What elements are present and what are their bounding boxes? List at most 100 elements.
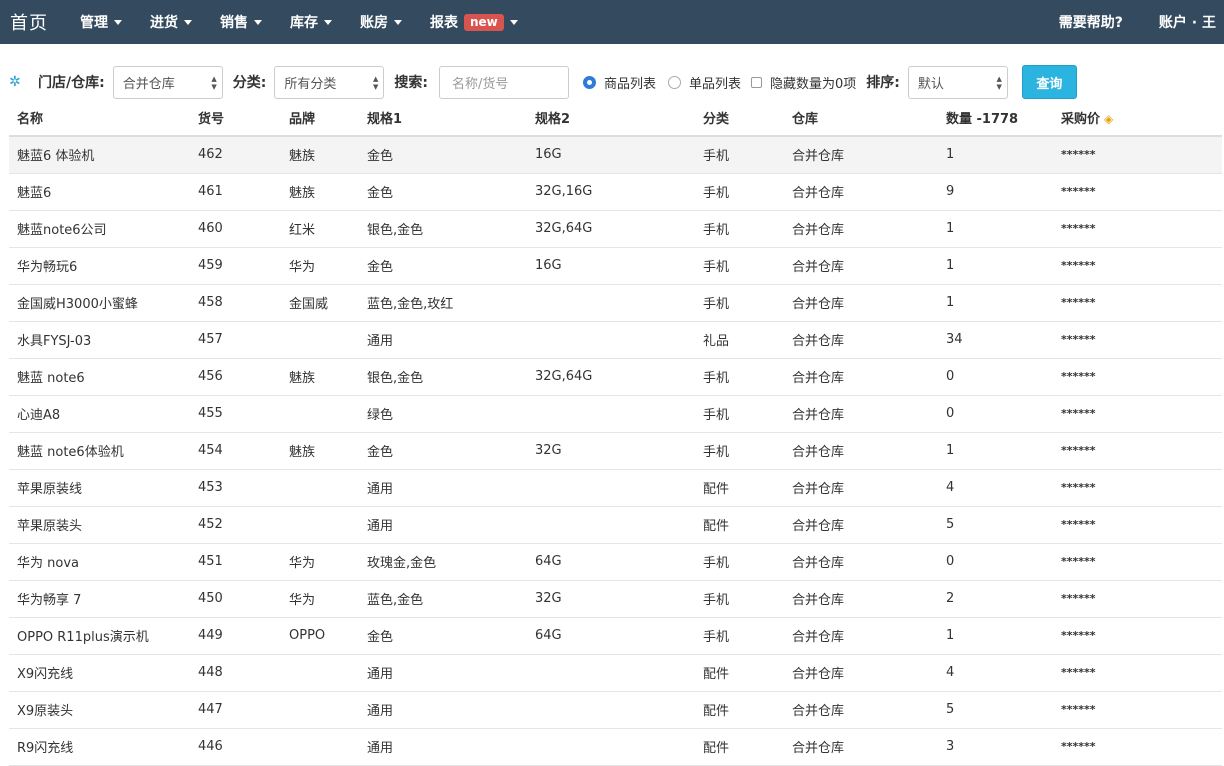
cell-quantity: 3 (938, 728, 1053, 766)
col-header-category[interactable]: 分类 (695, 99, 784, 137)
nav-menu-label: 管理 (80, 15, 108, 31)
col-header-purchase-price[interactable]: 采购价 ◈ (1053, 99, 1222, 137)
cell-category: 手机 (695, 284, 784, 322)
table-row[interactable]: 心迪A8 455 绿色 手机 合并仓库 0 ****** (9, 395, 1222, 433)
radio-product-list[interactable]: 商品列表 (582, 73, 656, 92)
sort-label: 排序: (866, 75, 900, 91)
table-row[interactable]: 魅蓝6 461 魅族 金色 32G,16G 手机 合并仓库 9 ****** (9, 173, 1222, 211)
cell-purchase-price: ****** (1053, 617, 1222, 655)
cell-warehouse: 合并仓库 (784, 321, 938, 359)
cell-name: 华为 nova (9, 543, 190, 581)
cell-sku: 462 (190, 136, 281, 174)
query-button[interactable]: 查询 (1021, 65, 1077, 99)
nav-menu-purchase[interactable]: 进货 (136, 0, 206, 44)
checkbox-icon[interactable] (750, 76, 762, 88)
cell-name: 心迪A8 (9, 395, 190, 433)
col-header-name[interactable]: 名称 (9, 99, 190, 137)
cell-spec1: 通用 (359, 506, 527, 544)
cell-sku: 454 (190, 432, 281, 470)
table-row[interactable]: 华为 nova 451 华为 玫瑰金,金色 64G 手机 合并仓库 0 ****** (9, 543, 1222, 581)
cell-brand: OPPO (281, 617, 359, 655)
col-header-quantity[interactable]: 数量 -1778 (938, 99, 1053, 137)
cell-purchase-price: ****** (1053, 543, 1222, 581)
cell-quantity: 1 (938, 210, 1053, 248)
cell-warehouse: 合并仓库 (784, 136, 938, 174)
nav-menu-label: 进货 (150, 15, 178, 31)
purchase-price-label: 采购价 (1061, 111, 1101, 127)
cell-name: X9原装头 (9, 691, 190, 729)
cell-quantity: 1 (938, 136, 1053, 174)
cell-sku: 452 (190, 506, 281, 544)
nav-brand-home[interactable]: 首页 (10, 9, 48, 35)
category-label: 分类: (232, 75, 267, 91)
nav-menu-label: 库存 (290, 15, 318, 31)
col-header-warehouse[interactable]: 仓库 (784, 99, 938, 137)
col-header-spec1[interactable]: 规格1 (359, 99, 527, 137)
cell-spec2: 64G (527, 543, 695, 581)
account-menu[interactable]: 账户 · 王 (1141, 0, 1224, 44)
cell-category: 配件 (695, 691, 784, 729)
radio-checked-icon[interactable] (582, 75, 596, 89)
select-arrows-icon: ▲ ▼ (211, 74, 217, 91)
eye-toggle-icon[interactable]: ◈ (1104, 112, 1113, 126)
cell-category: 手机 (695, 432, 784, 470)
table-row[interactable]: 金国威H3000小蜜蜂 458 金国威 蓝色,金色,玫红 手机 合并仓库 1 ****** (9, 284, 1222, 322)
nav-menu-reports[interactable]: 报表 new (416, 0, 532, 44)
cell-spec2 (527, 728, 695, 766)
cell-spec1: 通用 (359, 691, 527, 729)
table-row[interactable]: R9闪充线 446 通用 配件 合并仓库 3 ****** (9, 728, 1222, 766)
table-row[interactable]: X9原装头 447 通用 配件 合并仓库 5 ****** (9, 691, 1222, 729)
store-select[interactable]: 合并仓库 ▲ ▼ (112, 65, 223, 99)
cell-purchase-price: ****** (1053, 432, 1222, 470)
cell-warehouse: 合并仓库 (784, 210, 938, 248)
nav-menu-sales[interactable]: 销售 (206, 0, 276, 44)
cell-purchase-price: ****** (1053, 654, 1222, 692)
cell-brand: 红米 (281, 210, 359, 248)
table-row[interactable]: 魅蓝 note6体验机 454 魅族 金色 32G 手机 合并仓库 1 ****** (9, 432, 1222, 470)
radio-unchecked-icon[interactable] (667, 75, 681, 89)
table-body: 魅蓝6 体验机 462 魅族 金色 16G 手机 合并仓库 1 ****** 魅蓝6 461 魅族 金色… (9, 136, 1222, 766)
cell-spec1: 蓝色,金色 (359, 580, 527, 618)
table-row[interactable]: 苹果原装头 452 通用 配件 合并仓库 5 ****** (9, 506, 1222, 544)
table-row[interactable]: 华为畅享 7 450 华为 蓝色,金色 32G 手机 合并仓库 2 ****** (9, 580, 1222, 618)
gear-icon[interactable]: ✲ (9, 74, 25, 90)
table-row[interactable]: 苹果原装线 453 通用 配件 合并仓库 4 ****** (9, 469, 1222, 507)
cell-sku: 460 (190, 210, 281, 248)
cell-spec2 (527, 469, 695, 507)
cell-warehouse: 合并仓库 (784, 395, 938, 433)
nav-menu-manage[interactable]: 管理 (66, 0, 136, 44)
table-row[interactable]: 魅蓝note6公司 460 红米 银色,金色 32G,64G 手机 合并仓库 1 ****** (9, 210, 1222, 248)
cell-quantity: 5 (938, 506, 1053, 544)
sort-select[interactable]: 默认 ▲ ▼ (907, 65, 1008, 99)
cell-spec1: 金色 (359, 136, 527, 174)
cell-warehouse: 合并仓库 (784, 728, 938, 766)
table-row[interactable]: 水具FYSJ-03 457 通用 礼品 合并仓库 34 ****** (9, 321, 1222, 359)
cell-spec2 (527, 395, 695, 433)
category-select[interactable]: 所有分类 ▲ ▼ (274, 65, 385, 99)
table-row[interactable]: 魅蓝 note6 456 魅族 银色,金色 32G,64G 手机 合并仓库 0 ****** (9, 358, 1222, 396)
cell-name: X9闪充线 (9, 654, 190, 692)
col-header-brand[interactable]: 品牌 (281, 99, 359, 137)
nav-menu-inventory[interactable]: 库存 (276, 0, 346, 44)
table-row[interactable]: 华为畅玩6 459 华为 金色 16G 手机 合并仓库 1 ****** (9, 247, 1222, 285)
cell-brand: 华为 (281, 543, 359, 581)
hide-zero-checkbox[interactable]: 隐藏数量为0项 (750, 73, 856, 92)
chevron-down-icon (509, 19, 518, 25)
nav-menu-accounts[interactable]: 账房 (346, 0, 416, 44)
chevron-down-icon (394, 19, 402, 25)
cell-spec1: 通用 (359, 321, 527, 359)
help-link[interactable]: 需要帮助? (1041, 0, 1141, 44)
col-header-sku[interactable]: 货号 (190, 99, 281, 137)
table-row[interactable]: 魅蓝6 体验机 462 魅族 金色 16G 手机 合并仓库 1 ****** (9, 136, 1222, 174)
cell-warehouse: 合并仓库 (784, 173, 938, 211)
table-row[interactable]: OPPO R11plus演示机 449 OPPO 金色 64G 手机 合并仓库 1 ****** (9, 617, 1222, 655)
cell-spec2 (527, 506, 695, 544)
col-header-spec2[interactable]: 规格2 (527, 99, 695, 137)
search-input[interactable]: 名称/货号 (438, 65, 569, 99)
radio-item-list[interactable]: 单品列表 (667, 73, 741, 92)
cell-warehouse: 合并仓库 (784, 469, 938, 507)
filter-toolbar: ✲ 门店/仓库: 合并仓库 ▲ ▼ 分类: 所有分类 ▲ ▼ 搜索: 名称/货号 商… (9, 65, 1224, 99)
cell-purchase-price: ****** (1053, 358, 1222, 396)
table-row[interactable]: X9闪充线 448 通用 配件 合并仓库 4 ****** (9, 654, 1222, 692)
cell-brand: 魅族 (281, 173, 359, 211)
